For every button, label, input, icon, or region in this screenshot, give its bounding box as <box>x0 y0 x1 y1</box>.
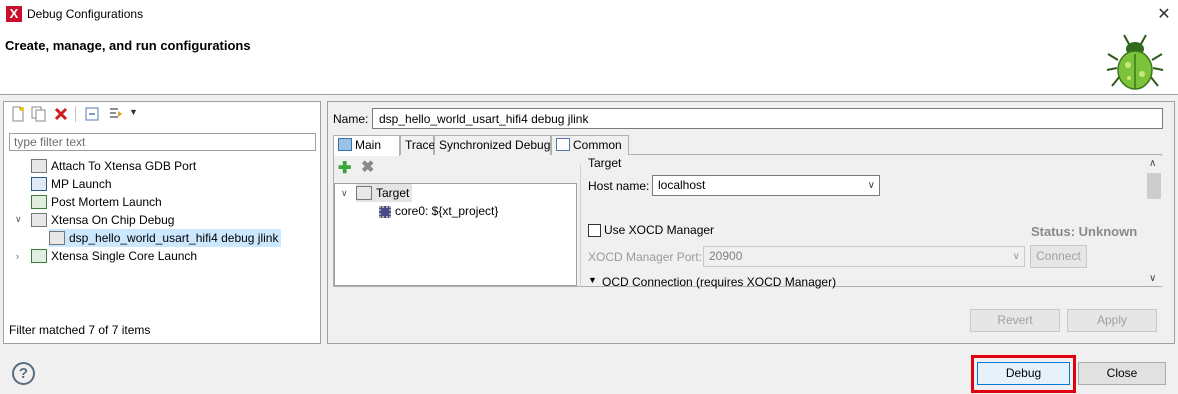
delete-icon[interactable] <box>53 106 69 122</box>
tree-item-label: core0: ${xt_project} <box>395 204 499 218</box>
xocd-port-value: 20900 <box>709 249 743 263</box>
tree-item-label: MP Launch <box>51 177 112 191</box>
window-close-icon[interactable]: ✕ <box>1156 4 1172 23</box>
apply-button[interactable]: Apply <box>1067 309 1157 332</box>
config-name-input[interactable] <box>372 108 1163 129</box>
target-group-label: Target <box>588 156 622 170</box>
tab-main[interactable]: Main <box>333 135 400 156</box>
use-xocd-checkbox[interactable] <box>588 224 601 237</box>
tree-item-label: Attach To Xtensa GDB Port <box>51 159 197 173</box>
single-core-icon <box>31 249 47 263</box>
xtensa-config-icon <box>31 159 47 173</box>
new-configuration-icon[interactable] <box>10 106 26 122</box>
status-label: Status: Unknown <box>1031 224 1138 239</box>
xocd-port-label: XOCD Manager Port: <box>588 250 703 264</box>
title-bar <box>0 0 1178 28</box>
debug-bug-icon <box>1106 34 1164 90</box>
toolbar-separator <box>75 106 76 122</box>
group-divider <box>580 164 581 287</box>
mp-launch-icon <box>31 177 47 191</box>
tree-item-mp-launch[interactable]: MP Launch <box>31 175 112 193</box>
chip-icon <box>379 206 391 218</box>
scrollbar-thumb[interactable] <box>1147 173 1161 199</box>
tab-synchronized-debug[interactable]: Synchronized Debug <box>434 135 551 155</box>
tree-item-label: Target <box>376 186 410 200</box>
tree-item-on-chip-debug[interactable]: Xtensa On Chip Debug <box>31 211 174 229</box>
tab-common[interactable]: Common <box>551 135 629 155</box>
ocd-connection-label: OCD Connection (requires XOCD Manager) <box>602 275 837 289</box>
tab-label: Synchronized Debug <box>439 138 551 152</box>
ocd-expand-icon[interactable]: ▼ <box>588 275 597 285</box>
view-menu-chevron-icon[interactable]: ▼ <box>129 107 138 117</box>
host-name-label: Host name: <box>588 179 650 193</box>
tree-item-selected-config[interactable]: dsp_hello_world_usart_hifi4 debug jlink <box>49 229 282 247</box>
collapse-arrow-icon[interactable]: › <box>16 251 19 261</box>
collapse-all-icon[interactable] <box>84 106 100 122</box>
tree-item-label: Post Mortem Launch <box>51 195 162 209</box>
remove-target-icon[interactable]: ✖ <box>361 157 374 177</box>
target-icon <box>356 186 372 200</box>
debug-button[interactable]: Debug <box>977 362 1070 385</box>
main-tab-icon <box>338 138 352 151</box>
tree-item-label: Xtensa On Chip Debug <box>51 213 175 227</box>
xtensa-config-icon <box>49 231 65 245</box>
tree-item-post-mortem[interactable]: Post Mortem Launch <box>31 193 162 211</box>
expand-arrow-icon[interactable]: ∨ <box>341 188 348 199</box>
xtensa-app-icon: X <box>6 6 22 22</box>
use-xocd-label: Use XOCD Manager <box>604 223 715 237</box>
tab-trace[interactable]: Trace <box>400 135 436 155</box>
tree-item-target[interactable]: Target <box>356 184 413 202</box>
revert-button[interactable]: Revert <box>970 309 1060 332</box>
expand-arrow-icon[interactable]: ∨ <box>15 214 22 225</box>
scroll-down-icon[interactable]: ∨ <box>1149 273 1156 284</box>
name-label: Name: <box>333 112 369 126</box>
xocd-port-combo[interactable]: 20900 ∨ <box>703 246 1025 267</box>
help-icon[interactable]: ? <box>12 362 35 385</box>
host-name-combo[interactable]: localhost ∨ <box>652 175 880 196</box>
connect-button[interactable]: Connect <box>1030 245 1087 268</box>
filter-status: Filter matched 7 of 7 items <box>9 323 151 337</box>
tree-item-label: dsp_hello_world_usart_hifi4 debug jlink <box>69 231 279 245</box>
close-button[interactable]: Close <box>1078 362 1166 385</box>
add-target-icon[interactable]: ✚ <box>338 158 351 178</box>
window-title: Debug Configurations <box>27 7 144 21</box>
chevron-down-icon: ∨ <box>1012 251 1020 262</box>
tree-item-single-core[interactable]: Xtensa Single Core Launch <box>31 247 197 265</box>
post-mortem-icon <box>31 195 47 209</box>
common-tab-icon <box>556 138 570 151</box>
scroll-up-icon[interactable]: ∧ <box>1149 158 1156 169</box>
duplicate-icon[interactable] <box>31 106 47 122</box>
tree-item-label: Xtensa Single Core Launch <box>51 249 198 263</box>
xtensa-config-icon <box>31 213 47 227</box>
tab-label: Main <box>355 138 382 152</box>
chevron-down-icon: ∨ <box>867 180 875 191</box>
filter-input[interactable] <box>9 133 316 151</box>
tree-item-attach-gdb[interactable]: Attach To Xtensa GDB Port <box>31 157 196 175</box>
tab-label: Trace <box>405 138 436 152</box>
host-name-value: localhost <box>658 178 706 192</box>
filter-icon[interactable] <box>108 106 124 122</box>
banner-heading: Create, manage, and run configurations <box>5 38 251 53</box>
tree-item-core0[interactable]: core0: ${xt_project} <box>379 202 498 220</box>
tab-label: Common <box>573 138 622 152</box>
